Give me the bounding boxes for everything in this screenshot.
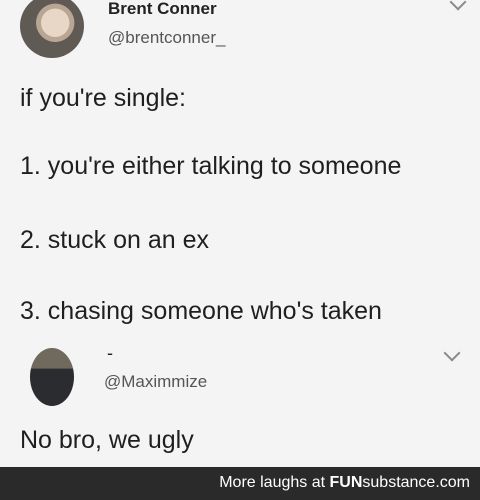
- footer-text[interactable]: More laughs at FUNsubstance.com: [219, 474, 470, 492]
- reply-author-handle[interactable]: @Maximmize: [104, 372, 207, 392]
- footer-brand-bold: FUN: [329, 474, 363, 491]
- tweet-line-3: 2. stuck on an ex: [20, 226, 210, 254]
- tweet-line-1: if you're single:: [20, 84, 186, 112]
- reply-chevron-down-icon[interactable]: [443, 344, 461, 362]
- author-name[interactable]: Brent Conner: [108, 0, 217, 19]
- footer-brand-rest: substance.com: [362, 474, 470, 491]
- author-handle[interactable]: @brentconner_: [108, 28, 225, 48]
- reply-text: No bro, we ugly: [20, 426, 194, 454]
- footer-prefix: More laughs at: [219, 474, 330, 491]
- footer-bar: More laughs at FUNsubstance.com: [0, 467, 480, 500]
- tweet-line-2: 1. you're either talking to someone: [20, 152, 402, 180]
- reply-avatar[interactable]: [30, 348, 74, 406]
- tweet-line-4: 3. chasing someone who's taken: [20, 297, 382, 325]
- chevron-down-icon[interactable]: [449, 0, 467, 11]
- brent-avatar[interactable]: [20, 0, 84, 58]
- reply-author-name[interactable]: -: [107, 343, 113, 364]
